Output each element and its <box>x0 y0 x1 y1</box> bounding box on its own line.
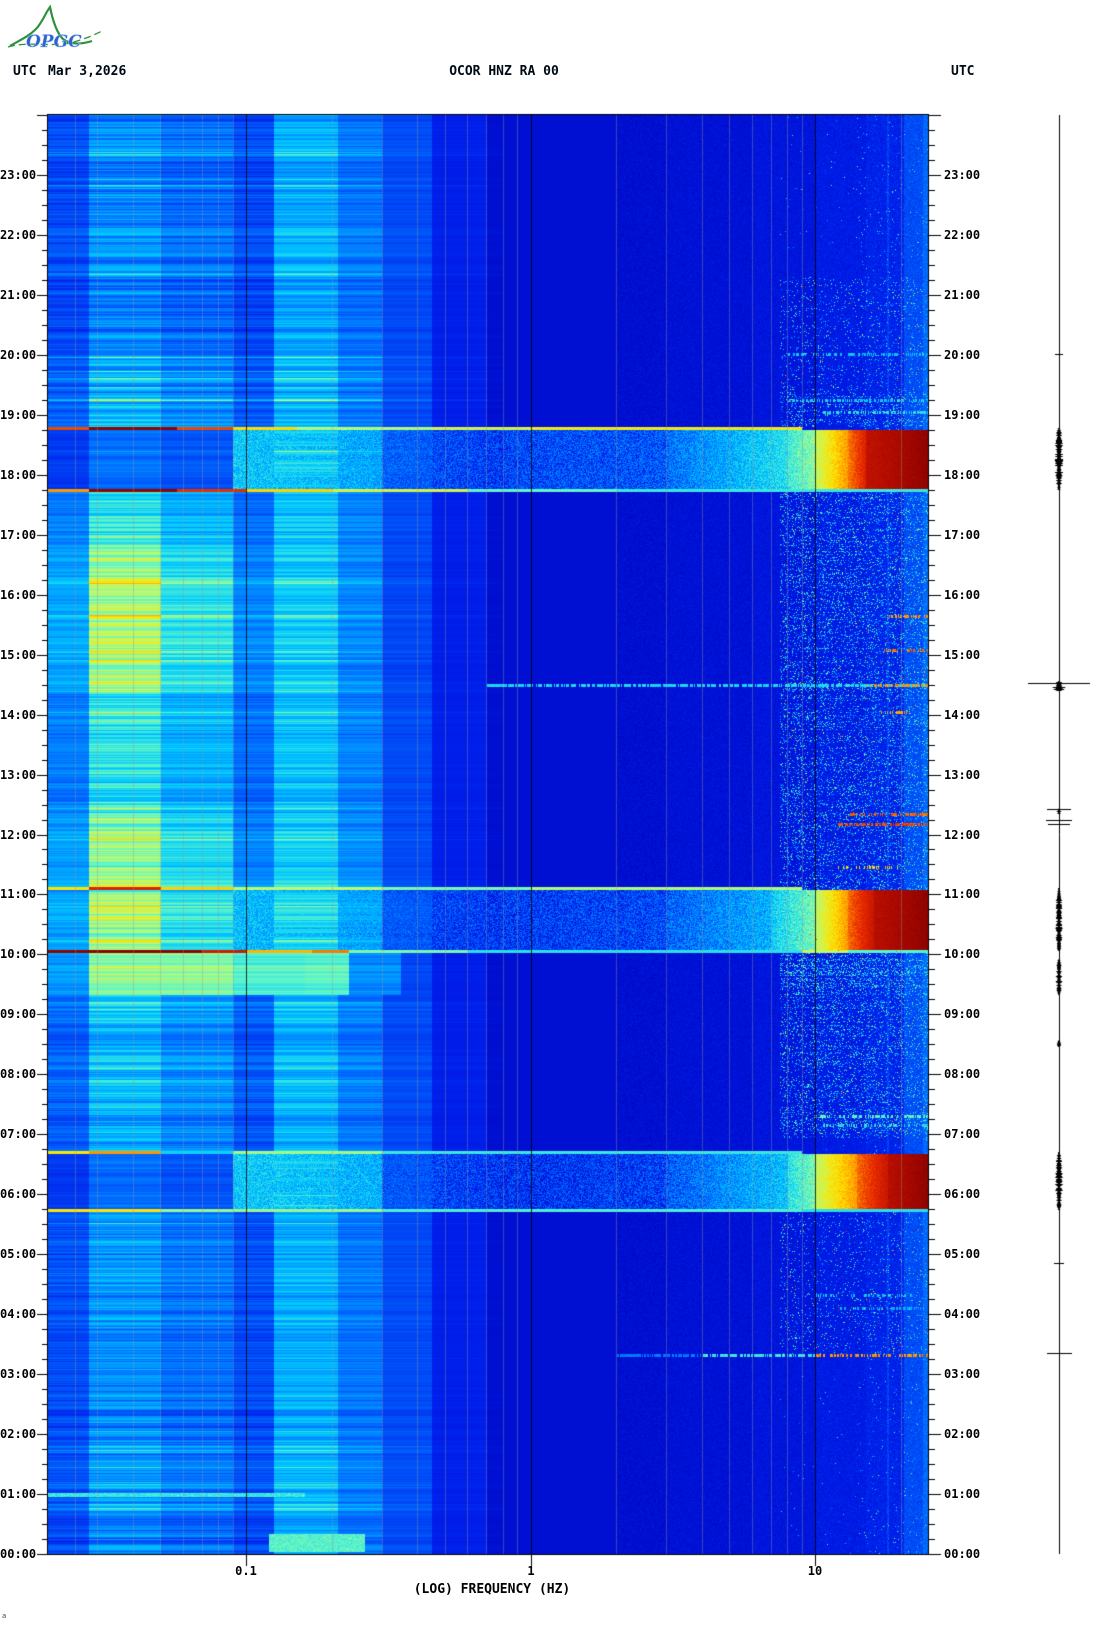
hour-label-left: 14:00 <box>0 707 37 722</box>
x-tick-label: 1 <box>527 1564 535 1578</box>
hour-label-right: 01:00 <box>944 1487 981 1502</box>
hour-label-left: 21:00 <box>0 287 37 302</box>
hour-label-right: 19:00 <box>944 407 981 422</box>
hour-label-right: 08:00 <box>944 1067 981 1082</box>
hour-label-left: 17:00 <box>0 527 37 542</box>
hour-label-right: 03:00 <box>944 1367 981 1382</box>
hour-label-right: 13:00 <box>944 767 981 782</box>
hour-label-left: 01:00 <box>0 1487 37 1502</box>
hour-label-right: 17:00 <box>944 527 981 542</box>
hour-label-right: 22:00 <box>944 227 981 242</box>
hour-label-right: 10:00 <box>944 947 981 962</box>
hour-label-left: 09:00 <box>0 1007 37 1022</box>
hour-label-right: 15:00 <box>944 647 981 662</box>
hour-label-left: 15:00 <box>0 647 37 662</box>
hour-label-right: 16:00 <box>944 587 981 602</box>
hour-label-right: 20:00 <box>944 347 981 362</box>
timezone-label-right: UTC <box>951 64 975 79</box>
footer-glyph: a <box>2 1612 7 1620</box>
hour-label-right: 02:00 <box>944 1427 981 1442</box>
spectrogram-figure: OPGC UTC Mar 3,2026 OCOR HNZ RA 00 UTC 2… <box>0 0 1102 1634</box>
hour-label-left: 13:00 <box>0 767 37 782</box>
opgc-logo: OPGC <box>7 4 103 52</box>
x-tick-label: 0.1 <box>235 1564 257 1578</box>
hour-label-left: 11:00 <box>0 887 37 902</box>
hour-label-right: 14:00 <box>944 707 981 722</box>
hour-label-right: 18:00 <box>944 467 981 482</box>
hour-label-right: 21:00 <box>944 287 981 302</box>
hour-label-left: 16:00 <box>0 587 37 602</box>
hour-label-right: 05:00 <box>944 1247 981 1262</box>
hour-label-left: 18:00 <box>0 467 37 482</box>
frequency-axis-label: (LOG) FREQUENCY (HZ) <box>413 1582 571 1597</box>
hour-label-left: 05:00 <box>0 1247 37 1262</box>
hour-label-right: 12:00 <box>944 827 981 842</box>
hour-label-right: 09:00 <box>944 1007 981 1022</box>
hour-label-left: 10:00 <box>0 947 37 962</box>
hour-label-right: 07:00 <box>944 1127 981 1142</box>
timezone-label-left: UTC <box>13 64 37 79</box>
x-tick-label: 10 <box>807 1564 823 1578</box>
hour-label-left: 08:00 <box>0 1067 37 1082</box>
hour-label-right: 04:00 <box>944 1307 981 1322</box>
hour-label-right: 06:00 <box>944 1187 981 1202</box>
hour-label-right: 00:00 <box>944 1547 981 1561</box>
hour-label-left: 04:00 <box>0 1307 37 1322</box>
hour-label-left: 07:00 <box>0 1127 37 1142</box>
hour-label-left: 23:00 <box>0 167 37 182</box>
hour-label-right: 11:00 <box>944 887 981 902</box>
hour-label-left: 20:00 <box>0 347 37 362</box>
station-title: OCOR HNZ RA 00 <box>449 64 559 79</box>
hour-label-left: 19:00 <box>0 407 37 422</box>
hour-label-left: 03:00 <box>0 1367 37 1382</box>
hour-label-right: 23:00 <box>944 167 981 182</box>
hour-label-left: 22:00 <box>0 227 37 242</box>
hour-label-left: 00:00 <box>0 1547 37 1561</box>
logo-text: OPGC <box>26 32 82 52</box>
hour-label-left: 12:00 <box>0 827 37 842</box>
hour-label-left: 06:00 <box>0 1187 37 1202</box>
hour-label-left: 02:00 <box>0 1427 37 1442</box>
spectrogram-canvas <box>0 0 1102 1634</box>
date-label: Mar 3,2026 <box>48 64 127 79</box>
